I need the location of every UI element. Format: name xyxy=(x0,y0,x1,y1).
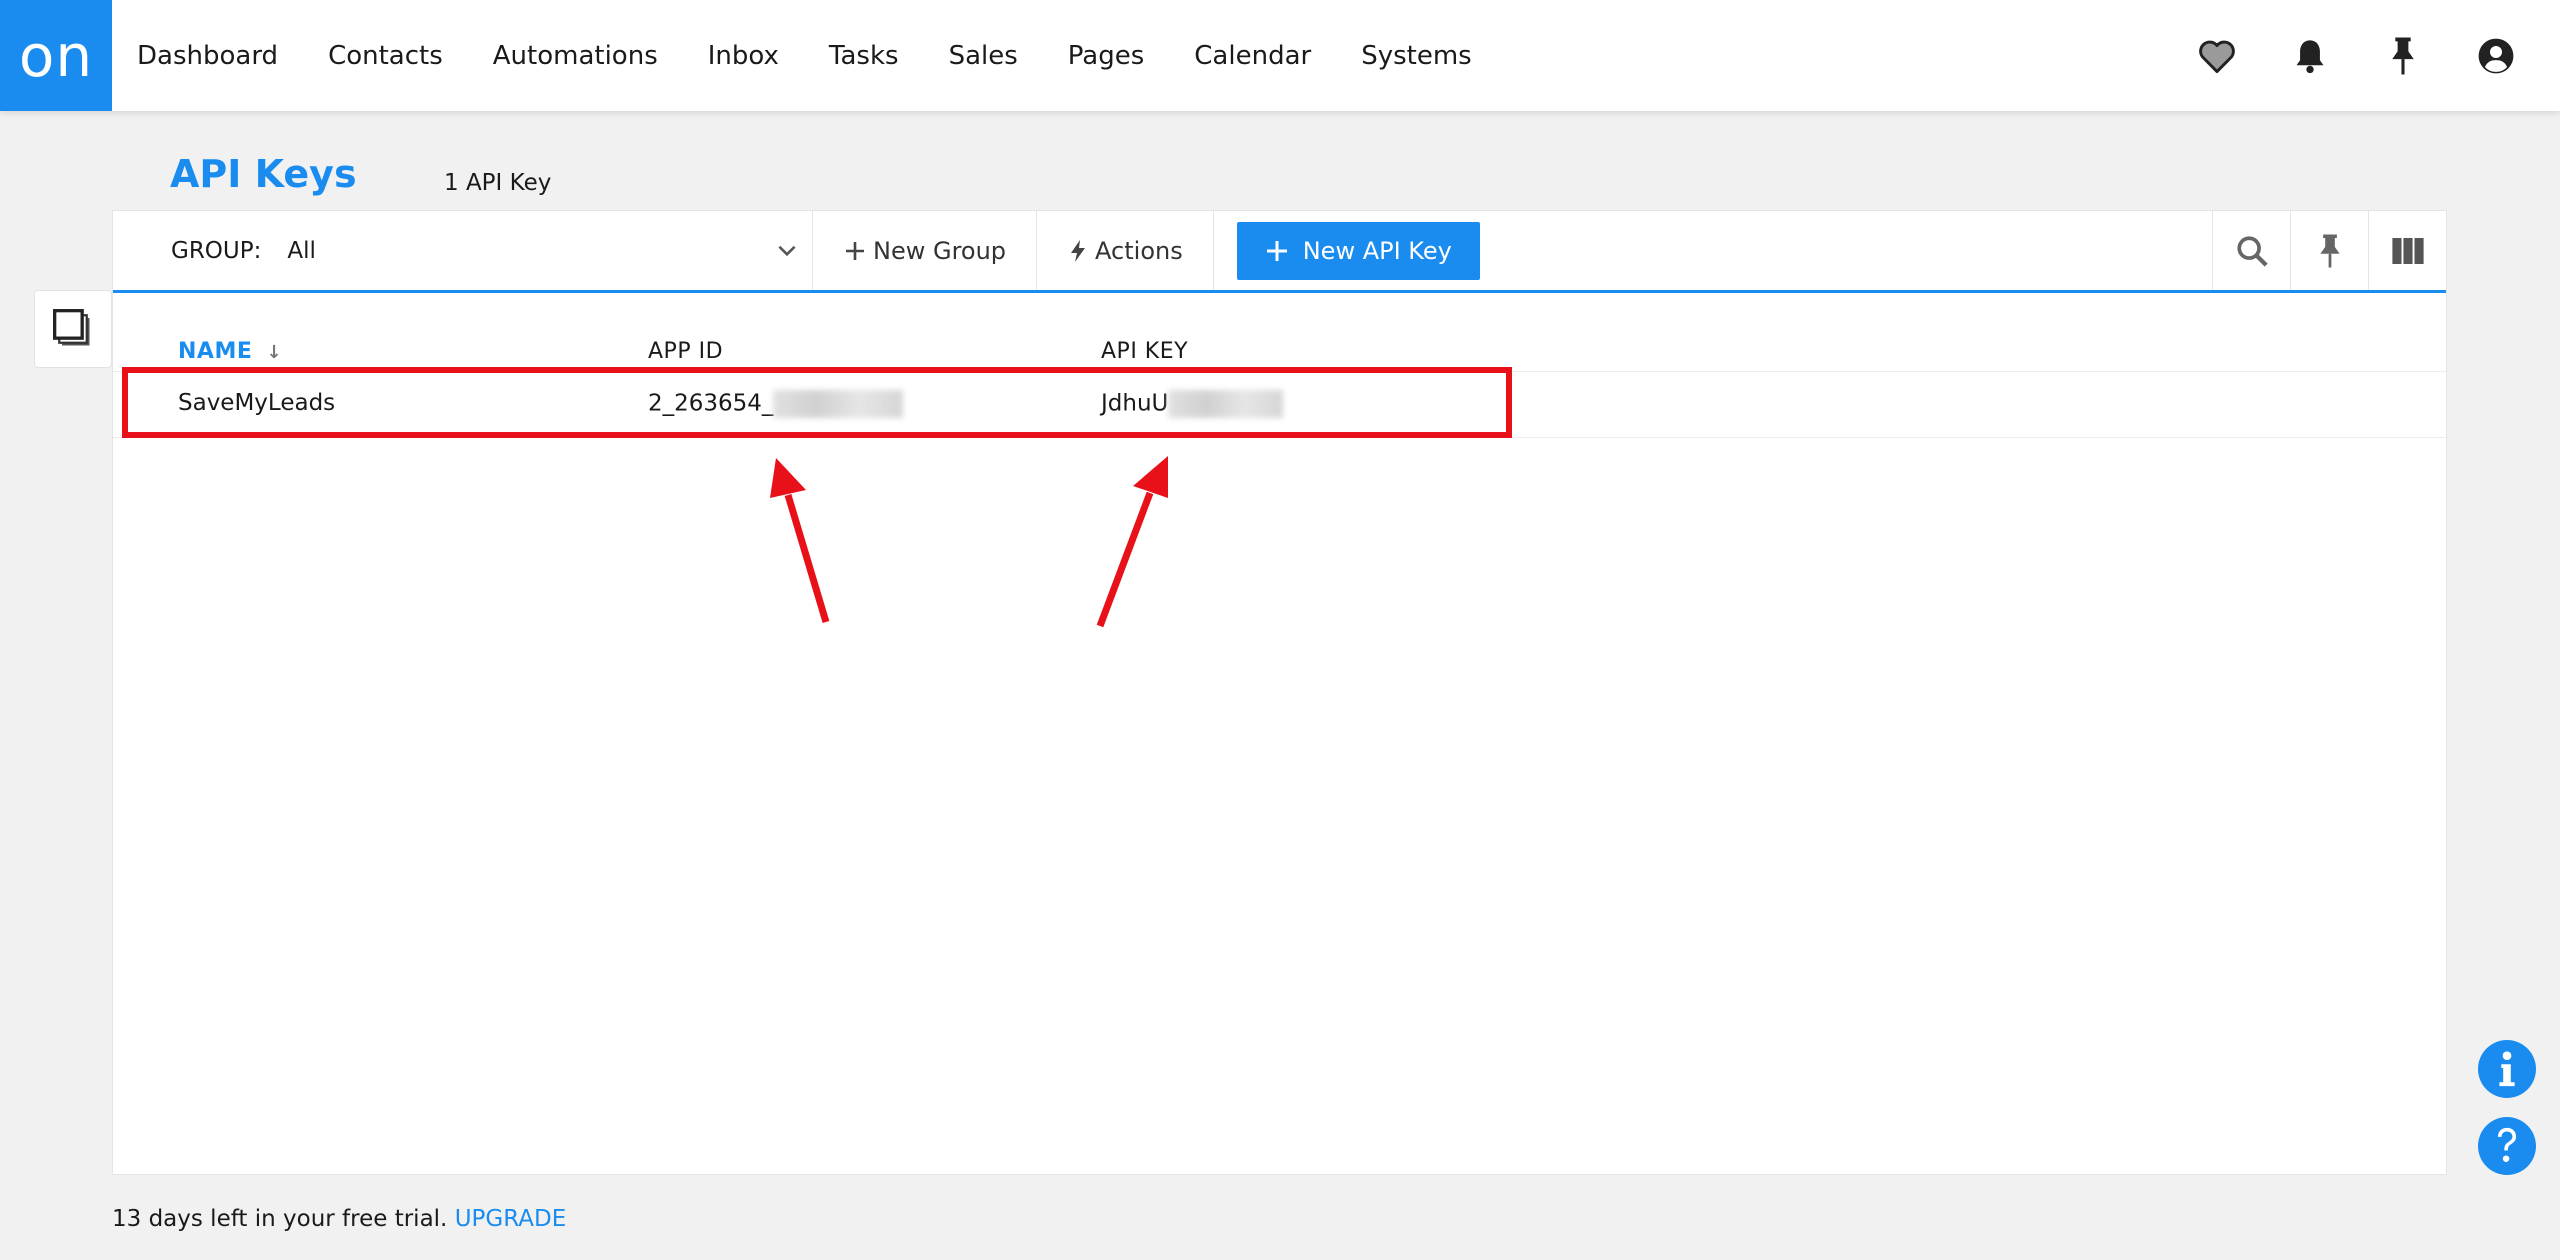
api-key-visible-text: JdhuU xyxy=(1101,390,1169,417)
search-icon[interactable] xyxy=(2212,211,2290,290)
top-navigation-bar: on Dashboard Contacts Automations Inbox … xyxy=(0,0,2560,111)
plus-icon xyxy=(846,241,864,260)
column-header-app-id[interactable]: APP ID xyxy=(648,339,723,364)
redacted-api-key xyxy=(1168,390,1284,418)
new-api-key-button[interactable]: New API Key xyxy=(1236,221,1480,280)
brand-logo[interactable]: on xyxy=(0,0,112,111)
plus-icon xyxy=(1266,240,1287,261)
nav-item-tasks[interactable]: Tasks xyxy=(804,41,924,71)
record-count: 1 API Key xyxy=(444,170,552,196)
sort-desc-icon: ↓ xyxy=(266,342,283,363)
group-label: GROUP: xyxy=(171,237,262,264)
group-selector[interactable]: GROUP: All xyxy=(113,211,813,290)
actions-button[interactable]: Actions xyxy=(1037,211,1214,290)
help-button[interactable] xyxy=(2478,1117,2536,1175)
new-group-button[interactable]: New Group xyxy=(813,211,1038,290)
new-api-key-label: New API Key xyxy=(1302,236,1452,265)
layers-icon xyxy=(53,309,90,346)
nav-item-pages[interactable]: Pages xyxy=(1043,41,1170,71)
nav-item-calendar[interactable]: Calendar xyxy=(1169,41,1336,71)
column-header-name-label: NAME xyxy=(178,339,253,364)
cell-api-key: JdhuU xyxy=(1101,390,1284,418)
nav-item-contacts[interactable]: Contacts xyxy=(303,41,468,71)
main-nav: Dashboard Contacts Automations Inbox Tas… xyxy=(112,0,1497,111)
new-group-label: New Group xyxy=(873,236,1007,265)
pin-icon[interactable] xyxy=(2356,0,2449,111)
nav-item-systems[interactable]: Systems xyxy=(1336,41,1497,71)
info-icon xyxy=(2499,1051,2515,1087)
group-value[interactable]: All xyxy=(287,238,316,264)
column-header-name[interactable]: NAME ↓ xyxy=(178,339,282,364)
heart-icon[interactable] xyxy=(2170,0,2263,111)
redacted-app-id xyxy=(773,390,904,418)
info-button[interactable] xyxy=(2478,1040,2536,1098)
top-icon-group xyxy=(2170,0,2542,111)
column-header-api-key[interactable]: API KEY xyxy=(1101,339,1188,364)
columns-icon[interactable] xyxy=(2368,211,2446,290)
nav-item-inbox[interactable]: Inbox xyxy=(683,41,804,71)
api-keys-panel: GROUP: All New Group Actions New API Key xyxy=(112,210,2447,1175)
question-icon xyxy=(2497,1127,2517,1162)
nav-item-sales[interactable]: Sales xyxy=(924,41,1043,71)
upgrade-link[interactable]: UPGRADE xyxy=(455,1206,567,1232)
cell-name: SaveMyLeads xyxy=(178,390,336,416)
pin-icon[interactable] xyxy=(2290,211,2368,290)
nav-item-dashboard[interactable]: Dashboard xyxy=(112,41,303,71)
trial-text: 13 days left in your free trial. xyxy=(112,1206,448,1232)
page-title: API Keys xyxy=(170,152,357,196)
app-id-visible-text: 2_263654_ xyxy=(648,390,774,417)
trial-notice: 13 days left in your free trial. UPGRADE xyxy=(112,1206,566,1232)
actions-label: Actions xyxy=(1095,236,1183,265)
bell-icon[interactable] xyxy=(2263,0,2356,111)
nav-item-automations[interactable]: Automations xyxy=(468,41,683,71)
toolbar: GROUP: All New Group Actions New API Key xyxy=(113,211,2446,293)
toolbar-right-icons xyxy=(2212,211,2446,290)
user-account-icon[interactable] xyxy=(2449,0,2542,111)
lightning-icon xyxy=(1071,239,1086,262)
table-row[interactable]: SaveMyLeads 2_263654_ JdhuU xyxy=(113,372,2446,438)
chevron-down-icon[interactable] xyxy=(774,237,800,263)
layers-toggle-button[interactable] xyxy=(34,290,112,368)
cell-app-id: 2_263654_ xyxy=(648,390,904,418)
